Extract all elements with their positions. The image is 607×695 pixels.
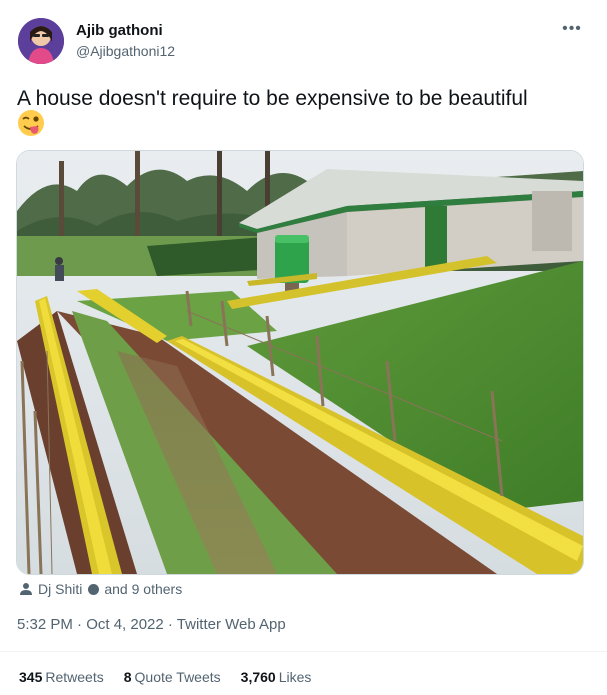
social-context-name: Dj Shiti xyxy=(38,581,83,597)
likes-stat[interactable]: 3,760 Likes xyxy=(241,669,312,685)
winking-face-with-tongue-icon xyxy=(18,110,44,136)
house-garden-photo xyxy=(17,151,583,574)
social-context-suffix: and 9 others xyxy=(104,581,183,597)
tweet: Ajib gathoni @Ajibgathoni12 ••• A house … xyxy=(0,0,607,695)
user-handle[interactable]: @Ajibgathoni12 xyxy=(76,43,175,59)
engagement-stats: 345 Retweets 8 Quote Tweets 3,760 Likes xyxy=(19,669,311,685)
black-circle-icon xyxy=(88,583,100,595)
divider xyxy=(0,651,607,652)
quote-tweets-stat[interactable]: 8 Quote Tweets xyxy=(124,669,221,685)
tweet-photo[interactable] xyxy=(16,150,584,575)
person-icon xyxy=(20,583,32,595)
likes-label: Likes xyxy=(278,669,312,685)
display-name[interactable]: Ajib gathoni xyxy=(76,22,163,39)
quote-tweets-count: 8 xyxy=(123,669,132,685)
retweets-stat[interactable]: 345 Retweets xyxy=(19,669,104,685)
quote-tweets-label: Quote Tweets xyxy=(134,669,221,685)
retweets-label: Retweets xyxy=(45,669,104,685)
avatar-image xyxy=(18,18,64,64)
avatar[interactable] xyxy=(18,18,64,64)
retweets-count: 345 xyxy=(19,669,43,685)
likes-count: 3,760 xyxy=(240,669,276,685)
social-context[interactable]: Dj Shiti and 9 others xyxy=(19,581,182,597)
tweet-text: A house doesn't require to be expensive … xyxy=(17,87,528,110)
more-options-icon[interactable]: ••• xyxy=(560,20,584,40)
tweet-timestamp[interactable]: 5:32 PM · Oct 4, 2022 · Twitter Web App xyxy=(17,616,286,633)
